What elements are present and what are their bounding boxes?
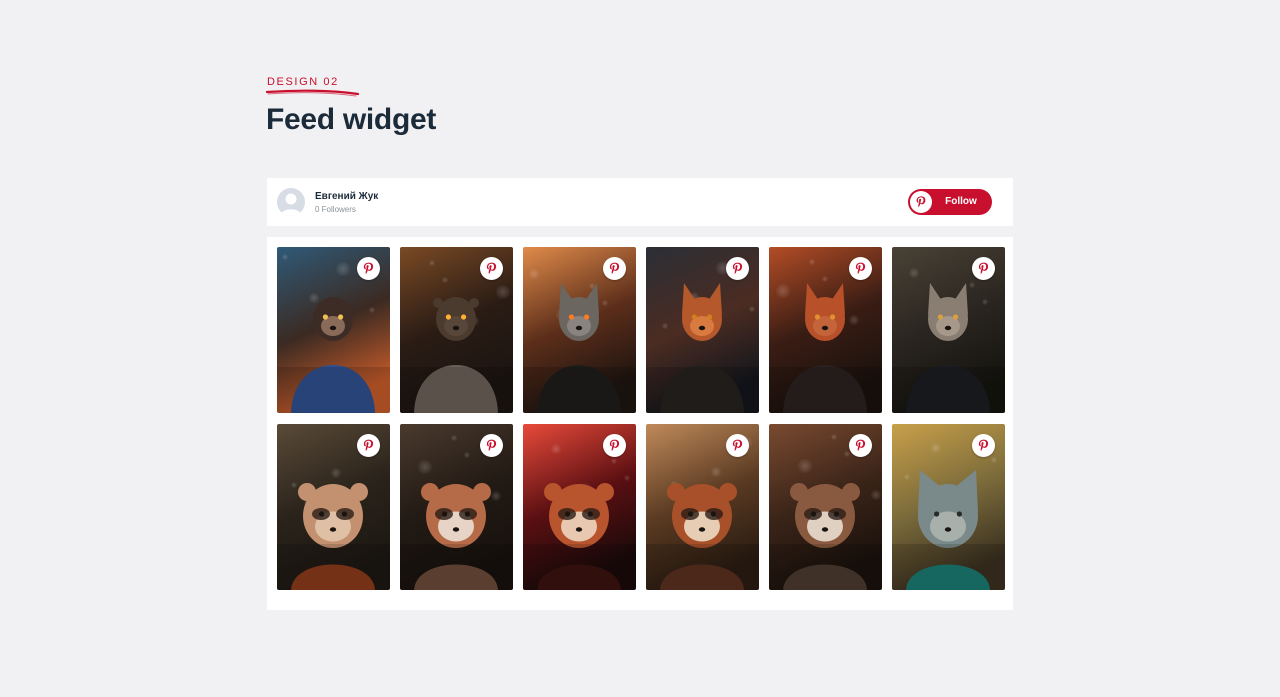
pin-feed: [267, 237, 1013, 610]
pin-card[interactable]: [892, 424, 1005, 590]
pin-grid: [277, 247, 1005, 590]
profile-name[interactable]: Евгений Жук: [315, 190, 378, 203]
profile-header: Евгений Жук 0 Followers Follow: [267, 178, 1013, 226]
follow-button[interactable]: Follow: [908, 189, 992, 215]
pinterest-icon[interactable]: [603, 434, 626, 457]
page-title: Feed widget: [266, 103, 437, 136]
follow-label: Follow: [945, 196, 977, 207]
pinterest-icon[interactable]: [726, 257, 749, 280]
user-icon: [280, 193, 302, 216]
pin-card[interactable]: [400, 424, 513, 590]
pin-card[interactable]: [769, 424, 882, 590]
section-label-underline: [266, 89, 360, 97]
pin-card[interactable]: [646, 424, 759, 590]
pinterest-icon[interactable]: [849, 257, 872, 280]
pinterest-icon[interactable]: [972, 257, 995, 280]
pinterest-icon: [910, 191, 932, 213]
avatar[interactable]: [277, 188, 305, 216]
pinterest-icon[interactable]: [480, 257, 503, 280]
follower-count: 0 Followers: [315, 205, 356, 214]
pinterest-icon[interactable]: [357, 257, 380, 280]
pin-card[interactable]: [523, 247, 636, 413]
pin-card[interactable]: [277, 247, 390, 413]
pin-card[interactable]: [646, 247, 759, 413]
pin-card[interactable]: [892, 247, 1005, 413]
pinterest-icon[interactable]: [849, 434, 872, 457]
pinterest-icon[interactable]: [603, 257, 626, 280]
pinterest-icon[interactable]: [726, 434, 749, 457]
pin-card[interactable]: [523, 424, 636, 590]
pinterest-icon[interactable]: [480, 434, 503, 457]
pin-card[interactable]: [769, 247, 882, 413]
pin-card[interactable]: [400, 247, 513, 413]
pinterest-icon[interactable]: [972, 434, 995, 457]
section-label: DESIGN 02: [267, 76, 339, 88]
pinterest-icon[interactable]: [357, 434, 380, 457]
pin-card[interactable]: [277, 424, 390, 590]
